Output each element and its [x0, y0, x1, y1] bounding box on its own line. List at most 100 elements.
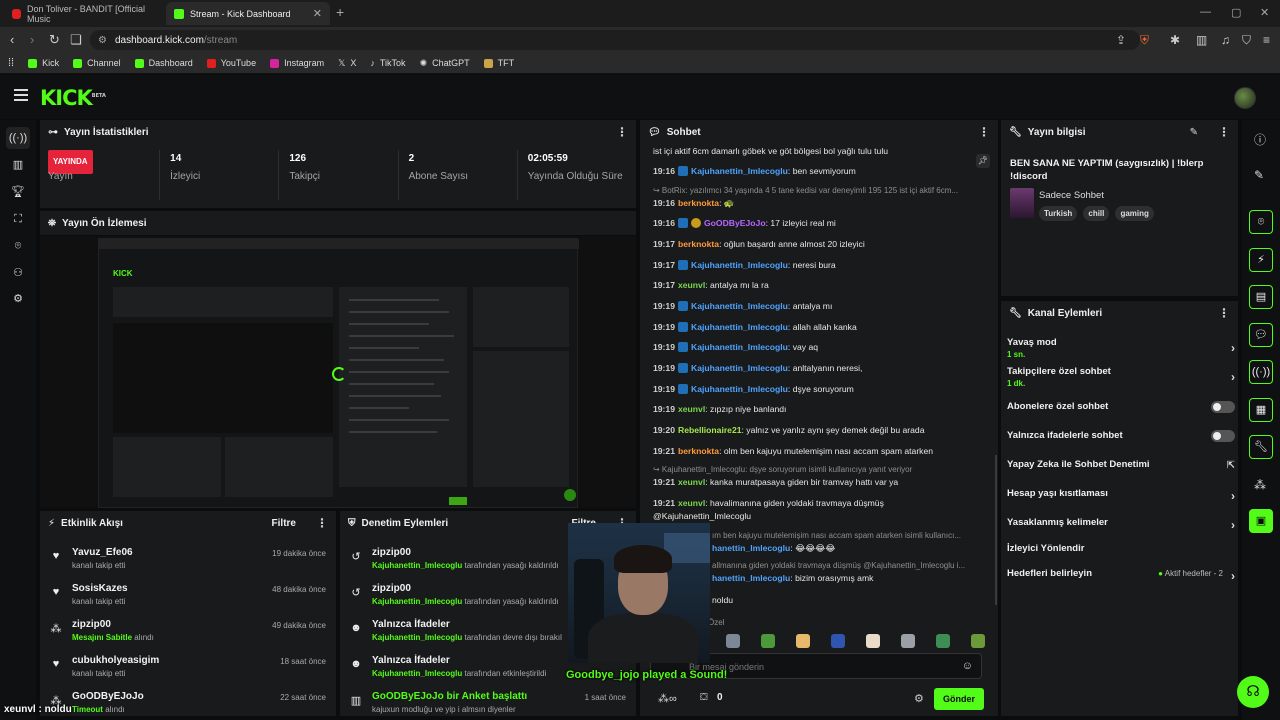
- chat-settings-icon[interactable]: ⚙: [914, 692, 924, 705]
- kick-logo[interactable]: KICKBETA: [40, 86, 106, 110]
- gift-icon[interactable]: ⛋: [700, 692, 708, 703]
- broadcast-icon[interactable]: ((·)): [1249, 360, 1273, 384]
- emote-icon[interactable]: [761, 634, 775, 648]
- bookmark-dashboard[interactable]: Dashboard: [134, 58, 193, 68]
- emote-icon[interactable]: [866, 634, 880, 648]
- minimize-icon[interactable]: —: [1200, 6, 1211, 18]
- chat-username[interactable]: Rebellionaire21: [678, 425, 742, 435]
- bookmark-instagram[interactable]: Instagram: [270, 58, 324, 68]
- url-field[interactable]: ⚙ dashboard.kick.com/stream: [90, 30, 1140, 50]
- emote-icon[interactable]: [971, 634, 985, 648]
- action-goals[interactable]: Hedefleri belirleyin ● Aktif hedefler - 2…: [1007, 568, 1235, 583]
- user-avatar[interactable]: [1234, 87, 1256, 109]
- action-ai-moderation[interactable]: Yapay Zeka ile Sohbet Denetimi ⇱: [1007, 459, 1235, 471]
- mod-target[interactable]: zipzip00: [372, 583, 559, 594]
- vpn-icon[interactable]: ⛉: [1242, 33, 1251, 48]
- users-icon[interactable]: ⚇: [11, 266, 25, 280]
- bookmark-x[interactable]: 𝕏X: [338, 58, 356, 69]
- more-options-icon[interactable]: ⋮: [978, 125, 990, 139]
- chat-username[interactable]: xeunvl: [678, 498, 705, 508]
- wrench-icon[interactable]: 🔧︎: [1249, 435, 1273, 459]
- chat-username[interactable]: xeunvl: [678, 477, 705, 487]
- chat-username[interactable]: hanettin_Imlecoglu: [712, 573, 790, 583]
- action-slow-mode[interactable]: Yavaş mod 1 sn. ›: [1007, 337, 1235, 359]
- sidebar-icon[interactable]: ▥: [1196, 33, 1207, 47]
- send-button[interactable]: Gönder: [934, 688, 984, 710]
- info-icon[interactable]: ⓘ: [1254, 131, 1266, 148]
- browser-tab-kick-dashboard[interactable]: Stream - Kick Dashboard ✕: [166, 2, 330, 25]
- edit-icon[interactable]: ✎: [1190, 127, 1198, 138]
- settings-icon[interactable]: ⚙: [11, 292, 25, 306]
- share-icon[interactable]: ⇪: [1116, 33, 1126, 47]
- filter-button[interactable]: Filtre: [272, 518, 296, 529]
- pencil-icon[interactable]: ✎: [1254, 168, 1264, 182]
- analytics-icon[interactable]: ▥: [11, 158, 25, 172]
- chat-username[interactable]: Kajuhanettin_Imlecoglu: [691, 363, 788, 373]
- activity-user[interactable]: cubukholyeasigim: [72, 655, 159, 666]
- category-thumbnail[interactable]: [1010, 188, 1034, 218]
- bookmark-chatgpt[interactable]: ✺ ChatGPT: [420, 58, 470, 69]
- forward-icon[interactable]: ›: [30, 32, 34, 47]
- new-tab-icon[interactable]: +: [336, 4, 344, 20]
- more-options-icon[interactable]: ⋮: [1218, 125, 1230, 139]
- media-icon[interactable]: ♫: [1221, 33, 1230, 47]
- chat-username[interactable]: berknokta: [678, 239, 719, 249]
- mod-target[interactable]: zipzip00: [372, 547, 559, 558]
- subscribers-only-toggle[interactable]: [1211, 401, 1235, 413]
- mod-view-icon[interactable]: ⌾: [1249, 210, 1273, 234]
- back-icon[interactable]: ‹: [10, 32, 14, 47]
- hamburger-menu-icon[interactable]: [14, 89, 28, 104]
- emote-icon[interactable]: [796, 634, 810, 648]
- emote-icon[interactable]: [936, 634, 950, 648]
- menu-icon[interactable]: ≡: [1263, 33, 1270, 47]
- stream-icon[interactable]: ((·)): [6, 127, 30, 149]
- chat-username[interactable]: Kajuhanettin_Imlecoglu: [691, 384, 788, 394]
- chat-username[interactable]: Kajuhanettin_Imlecoglu: [691, 342, 788, 352]
- chat-username[interactable]: GoODByEJoJo: [704, 218, 766, 228]
- chat-username[interactable]: Kajuhanettin_Imlecoglu: [691, 301, 788, 311]
- chat-icon[interactable]: 💬︎: [1249, 323, 1273, 347]
- chat-username[interactable]: berknokta: [678, 446, 719, 456]
- activity-icon[interactable]: ▦: [1249, 398, 1273, 422]
- emoji-picker-icon[interactable]: ☺: [962, 660, 973, 672]
- bookmark-icon[interactable]: ❏: [70, 32, 82, 48]
- quick-actions-icon[interactable]: ⚡: [1249, 248, 1273, 272]
- extensions-icon[interactable]: ✱: [1170, 33, 1180, 47]
- bookmark-tiktok[interactable]: ♪ TikTok: [370, 58, 405, 68]
- points-icon[interactable]: ⁂: [1254, 478, 1266, 492]
- points-icon[interactable]: ⁂∞: [658, 692, 677, 705]
- chat-username[interactable]: hanettin_Imlecoglu: [712, 543, 790, 553]
- action-banned-words[interactable]: Yasaklanmış kelimeler ›: [1007, 517, 1235, 532]
- apps-icon[interactable]: ⁞⁞: [8, 57, 14, 69]
- pin-icon[interactable]: 📌︎: [976, 154, 990, 168]
- community-icon[interactable]: ⛶: [11, 212, 25, 226]
- browser-tab-youtube[interactable]: Don Toliver - BANDIT [Official Music: [4, 2, 164, 25]
- more-options-icon[interactable]: ⋮: [616, 125, 628, 139]
- action-raid[interactable]: İzleyici Yönlendir: [1007, 543, 1235, 554]
- chat-username[interactable]: Kajuhanettin_Imlecoglu: [691, 260, 788, 270]
- activity-user[interactable]: Yavuz_Efe06: [72, 547, 133, 558]
- maximize-icon[interactable]: ▢: [1231, 6, 1241, 19]
- action-followers-only[interactable]: Takipçilere özel sohbet 1 dk. ›: [1007, 366, 1235, 388]
- chat-username[interactable]: xeunvl: [678, 404, 705, 414]
- chat-username[interactable]: Kajuhanettin_Imlecoglu: [691, 166, 788, 176]
- action-account-age[interactable]: Hesap yaşı kısıtlaması ›: [1007, 488, 1235, 503]
- close-tab-icon[interactable]: ✕: [313, 7, 322, 20]
- bookmark-kick[interactable]: Kick: [28, 58, 59, 68]
- chat-username[interactable]: Kajuhanettin_Imlecoglu: [691, 322, 788, 332]
- category-name[interactable]: Sadece Sohbet: [1039, 190, 1104, 201]
- site-info-icon[interactable]: ⚙: [98, 35, 107, 46]
- bookmark-channel[interactable]: Channel: [73, 58, 121, 68]
- notes-icon[interactable]: ▤: [1249, 285, 1273, 309]
- close-window-icon[interactable]: ✕: [1260, 6, 1269, 19]
- bookmark-youtube[interactable]: YouTube: [206, 58, 256, 68]
- trophy-icon[interactable]: 🏆︎: [11, 185, 25, 199]
- chat-username[interactable]: xeunvl: [678, 280, 705, 290]
- activity-user[interactable]: zipzip00: [72, 619, 154, 630]
- bookmark-tft[interactable]: TFT: [483, 58, 514, 68]
- brave-shield-icon[interactable]: ⛨: [1140, 33, 1149, 48]
- chat-scrollbar[interactable]: [995, 455, 997, 605]
- more-options-icon[interactable]: ⋮: [316, 516, 328, 530]
- more-options-icon[interactable]: ⋮: [1218, 306, 1230, 320]
- chat-username[interactable]: berknokta: [678, 198, 719, 208]
